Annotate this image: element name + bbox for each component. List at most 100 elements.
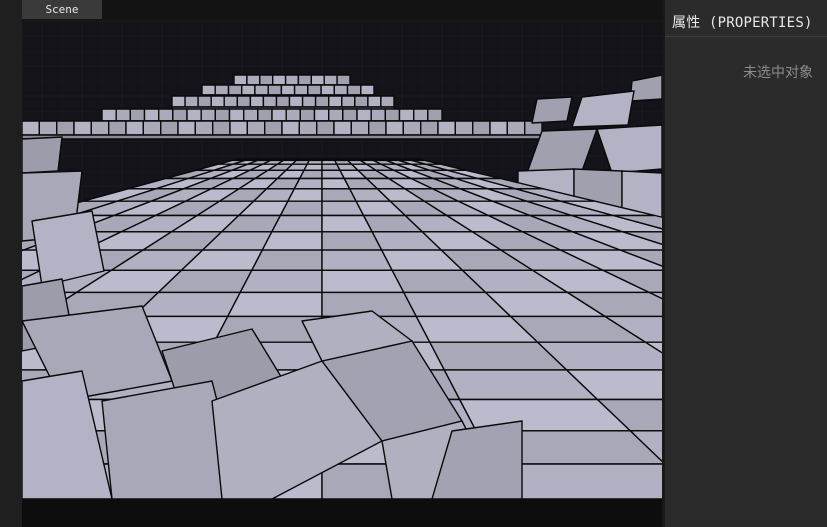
wall-block xyxy=(115,108,132,122)
wall-block xyxy=(143,108,160,122)
wall-block xyxy=(259,74,274,86)
properties-panel: 属性 (PROPERTIES) 未选中对象 xyxy=(665,0,827,527)
wall-block xyxy=(350,120,370,136)
wall-block xyxy=(240,84,256,96)
wall-block xyxy=(211,120,231,136)
wall-block xyxy=(210,95,225,108)
wall-block xyxy=(233,74,248,86)
wall-block xyxy=(360,84,375,96)
wall-block xyxy=(186,108,202,122)
wall-block xyxy=(184,95,199,108)
no-selection-message: 未选中对象 xyxy=(743,65,813,81)
wall-block xyxy=(271,74,287,86)
wall-block xyxy=(125,120,145,136)
wall-block xyxy=(172,108,188,122)
wall-block xyxy=(356,108,372,122)
right-block xyxy=(531,96,573,124)
left-block xyxy=(22,136,63,174)
floor-tile xyxy=(239,269,323,294)
wall-block xyxy=(320,84,335,96)
properties-divider xyxy=(665,36,827,37)
scene-viewport[interactable] xyxy=(22,21,662,499)
wall-block xyxy=(454,120,474,136)
wall-block xyxy=(142,120,162,136)
wall-block xyxy=(22,120,40,136)
floor-tile xyxy=(299,169,323,180)
tab-scene[interactable]: Scene xyxy=(22,0,102,19)
wall-block xyxy=(368,120,387,136)
wall-block xyxy=(313,108,330,122)
wall-block xyxy=(223,95,239,108)
wall-block xyxy=(267,84,283,96)
wall-block xyxy=(346,84,362,96)
wall-block xyxy=(90,120,110,136)
wall-block xyxy=(56,120,75,136)
wall-block xyxy=(271,108,287,122)
wall-block xyxy=(427,108,443,122)
wall-block xyxy=(342,108,358,122)
properties-title: 属性 (PROPERTIES) xyxy=(672,15,813,31)
wall-block xyxy=(263,120,283,136)
wall-block xyxy=(101,108,117,122)
wall-block xyxy=(159,120,179,136)
floor-tile xyxy=(271,214,323,233)
floor-tile xyxy=(321,249,393,272)
floor-tile xyxy=(303,163,323,172)
wall-block xyxy=(254,84,269,96)
wall-block xyxy=(413,108,429,122)
wall-block xyxy=(316,120,335,136)
wall-block xyxy=(200,108,217,122)
wall-block xyxy=(385,120,404,136)
wall-block xyxy=(402,120,422,136)
floor-tile xyxy=(251,249,323,272)
wall-ledge xyxy=(22,134,543,140)
wall-block xyxy=(285,108,301,122)
scene-tab-strip: Scene xyxy=(22,0,662,19)
wall-block xyxy=(506,120,526,136)
wall-block xyxy=(323,74,338,86)
wall-block xyxy=(354,95,369,108)
floor-tile xyxy=(287,188,323,202)
wall-block xyxy=(370,108,386,122)
wall-block xyxy=(284,74,300,86)
wall-block xyxy=(437,120,456,136)
wall-block xyxy=(177,120,197,136)
wall-block xyxy=(201,84,216,96)
wall-block xyxy=(38,120,58,136)
wall-block xyxy=(73,120,93,136)
wall-block xyxy=(249,95,265,108)
wall-block xyxy=(367,95,382,108)
block-geometry xyxy=(22,74,662,499)
wall-block xyxy=(229,120,249,136)
wall-block xyxy=(227,84,243,96)
scene-3d-render[interactable] xyxy=(22,21,662,499)
wall-block xyxy=(472,120,491,136)
wall-block xyxy=(171,95,186,108)
floor-tile xyxy=(279,200,323,217)
wall-block xyxy=(307,84,322,96)
wall-block xyxy=(298,120,318,136)
wall-block xyxy=(228,108,245,122)
wall-block xyxy=(275,95,291,108)
floor-tile xyxy=(321,231,383,251)
wall-block xyxy=(489,120,508,136)
wall-block xyxy=(336,74,351,86)
wall-block xyxy=(197,95,212,108)
wall-block xyxy=(328,108,344,122)
wall-block xyxy=(293,84,309,96)
wall-block xyxy=(262,95,278,108)
wall-block xyxy=(398,108,415,122)
wall-block xyxy=(333,120,352,136)
floor-tile xyxy=(226,291,323,318)
wall-block xyxy=(157,108,174,122)
wall-block xyxy=(107,120,127,136)
wall-block xyxy=(299,108,316,122)
wall-block xyxy=(194,120,214,136)
wall-block xyxy=(297,74,312,86)
wall-block xyxy=(214,108,231,122)
wall-block xyxy=(257,108,273,122)
wall-block xyxy=(236,95,252,108)
wall-block xyxy=(246,74,261,86)
scene-panel: Scene xyxy=(22,0,662,527)
left-gutter xyxy=(0,0,22,527)
